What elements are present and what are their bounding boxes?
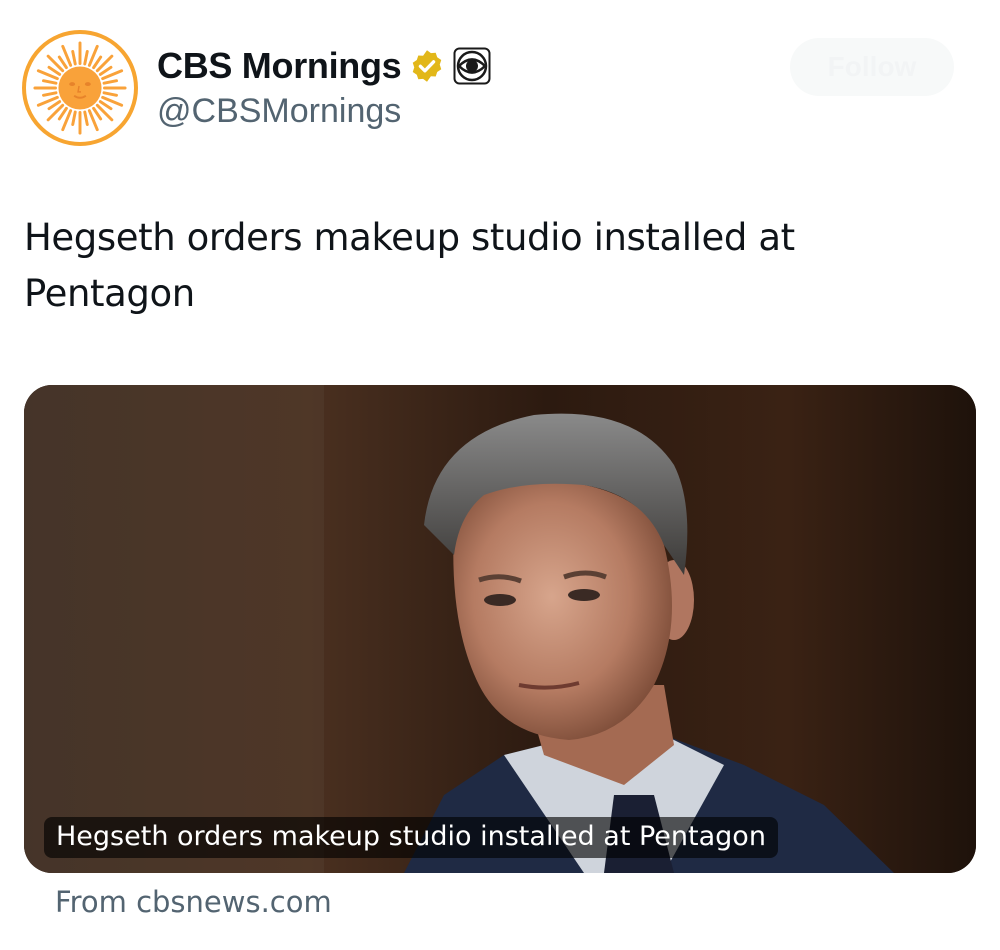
follow-button[interactable]: Follow (790, 38, 954, 96)
display-name[interactable]: CBS Mornings (157, 45, 402, 87)
card-source-link[interactable]: From cbsnews.com (55, 885, 332, 919)
tweet-text: Hegseth orders makeup studio installed a… (24, 216, 795, 315)
card-caption: Hegseth orders makeup studio installed a… (44, 817, 778, 858)
name-row: CBS Mornings (157, 42, 491, 90)
cbs-eye-icon[interactable] (453, 47, 491, 85)
link-card[interactable]: Hegseth orders makeup studio installed a… (24, 385, 976, 873)
article-photo (24, 385, 976, 873)
tweet: CBS Mornings @CBSMornings Follow Hegseth… (0, 0, 1000, 950)
handle[interactable]: @CBSMornings (157, 92, 401, 131)
gold-verified-icon[interactable] (409, 48, 445, 84)
avatar[interactable] (22, 30, 138, 146)
sun-logo-icon (33, 41, 127, 135)
